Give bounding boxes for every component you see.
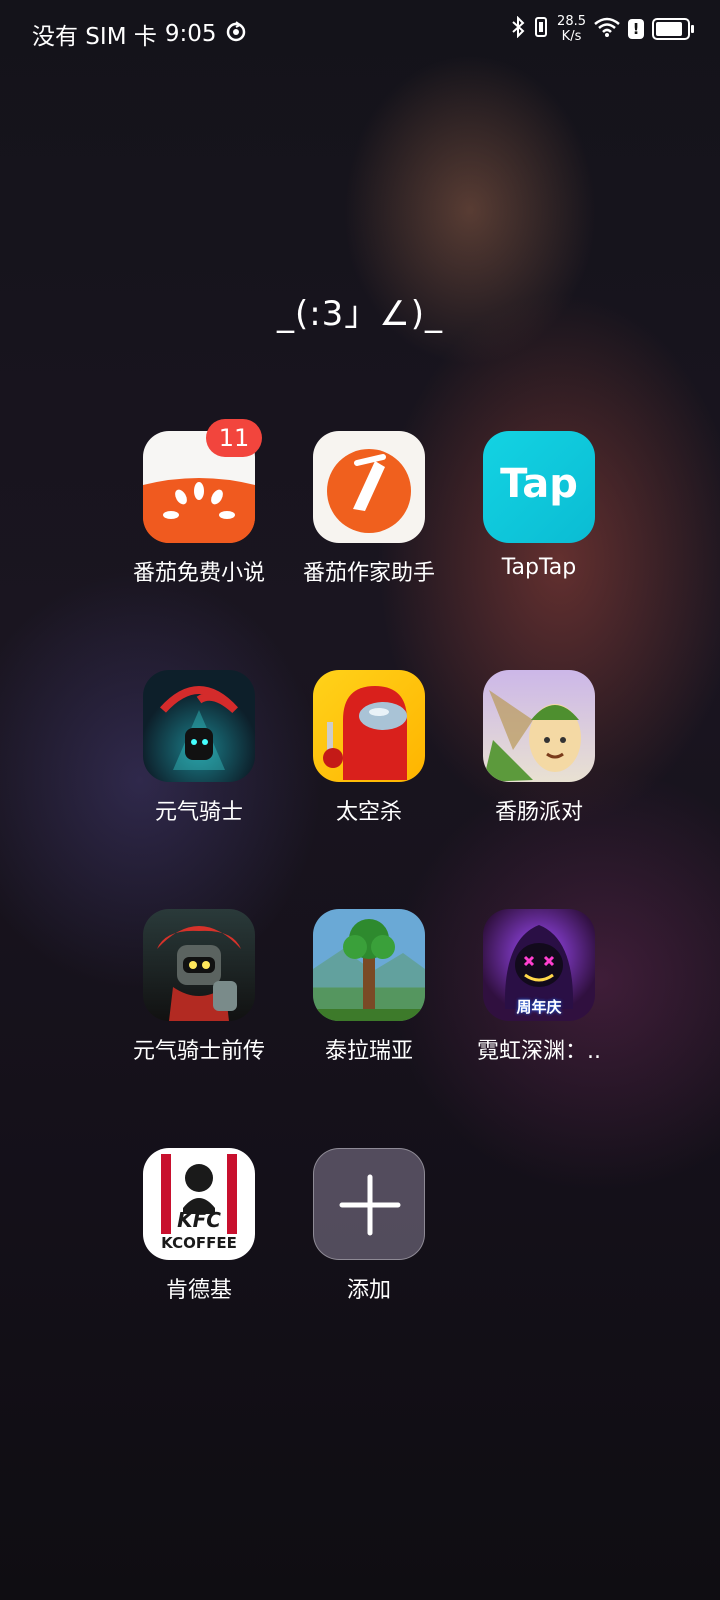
app-label: 肯德基 [165,1278,232,1303]
soul-knight-prequel-icon[interactable] [143,909,255,1021]
app-terraria[interactable]: 泰拉瑞亚 [284,909,454,1065]
sausage-man-icon[interactable] [483,670,595,782]
net-speed-value: 28.5 [557,14,586,29]
network-speed: 28.5 K/s [557,14,586,44]
app-fanqie-writer[interactable]: 番茄作家助手 [284,431,454,587]
neon-abyss-icon[interactable]: 周年庆 [483,909,595,1021]
status-right: 28.5 K/s ! [511,14,694,44]
app-label: 霓虹深渊：.. [477,1039,601,1064]
sync-icon [225,20,247,48]
app-taptap[interactable]: Tap TapTap [454,431,624,587]
app-soul-knight[interactable]: 元气骑士 [114,670,284,826]
wifi-icon [594,17,620,41]
app-label: 元气骑士 [154,800,243,825]
app-label: TapTap [501,555,577,580]
app-fanqie-novel[interactable]: 11 番茄免费小说 [114,419,284,587]
app-among-us[interactable]: 太空杀 [284,670,454,826]
terraria-icon[interactable] [313,909,425,1021]
app-label: 番茄作家助手 [302,561,435,586]
battery-fill [656,22,682,36]
app-label: 番茄免费小说 [132,561,265,586]
folder-title[interactable]: _(:3」∠)_ [0,286,720,335]
kfc-logo-text: KFC [177,1208,221,1232]
app-label: 香肠派对 [494,800,583,825]
carrier-text: 没有 SIM 卡 [32,24,157,50]
status-bar: 没有 SIM 卡 9:05 28.5 K/s ! [0,0,720,64]
alert-icon: ! [628,19,644,39]
app-kfc[interactable]: KFC KCOFFEE 肯德基 [114,1148,284,1304]
anniversary-badge-text: 周年庆 [516,998,562,1016]
clock: 9:05 [164,21,217,47]
taptap-logo-text: Tap [500,461,578,507]
taptap-icon[interactable]: Tap [483,431,595,543]
kfc-icon[interactable]: KFC KCOFFEE [143,1148,255,1260]
battery-icon [652,18,694,40]
among-us-icon[interactable] [313,670,425,782]
fanqie-writer-icon[interactable] [313,431,425,543]
status-left: 没有 SIM 卡 9:05 [32,17,247,51]
vibrate-icon [533,16,549,42]
soul-knight-icon[interactable] [143,670,255,782]
app-soul-knight-prequel[interactable]: 元气骑士前传 [114,909,284,1065]
net-speed-unit: K/s [561,29,582,44]
app-grid: 11 番茄免费小说 番茄作家助手 Tap TapTap 元气骑士 太空杀 香肠派… [114,419,624,1304]
kcoffee-text: KCOFFEE [161,1234,237,1252]
app-label: 添加 [346,1278,391,1303]
plus-icon[interactable] [313,1148,425,1260]
notification-badge: 11 [206,419,262,457]
app-label: 太空杀 [335,800,402,825]
add-app-button[interactable]: 添加 [284,1148,454,1304]
app-sausage-man[interactable]: 香肠派对 [454,670,624,826]
app-neon-abyss[interactable]: 周年庆 霓虹深渊：.. [454,909,624,1065]
app-label: 元气骑士前传 [132,1039,265,1064]
bluetooth-icon [511,15,525,42]
app-label: 泰拉瑞亚 [324,1039,413,1064]
